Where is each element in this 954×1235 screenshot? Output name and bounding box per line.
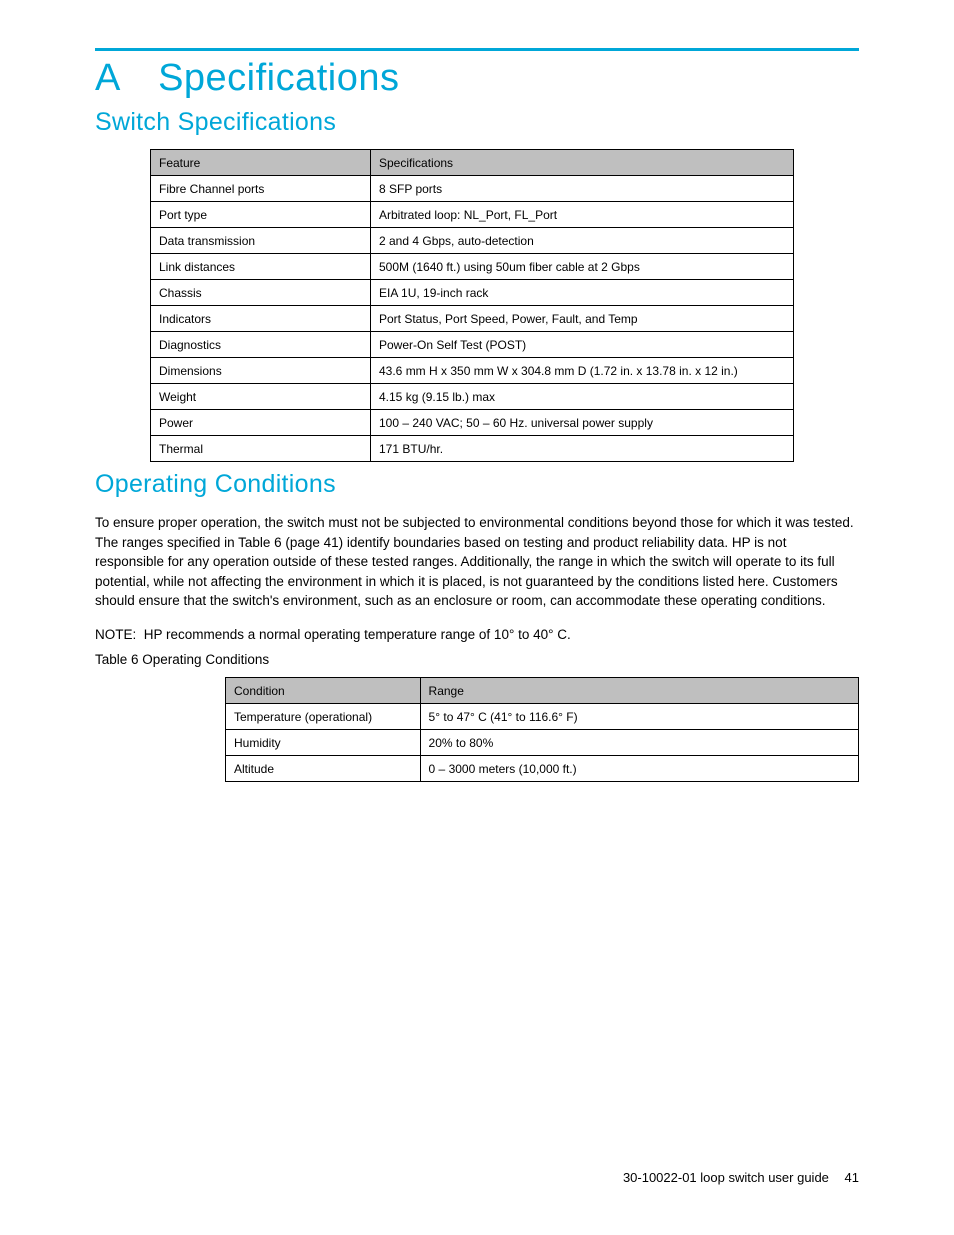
table-row: Link distances500M (1640 ft.) using 50um… xyxy=(151,254,794,280)
table-row: Dimensions43.6 mm H x 350 mm W x 304.8 m… xyxy=(151,358,794,384)
table-row: Fibre Channel ports8 SFP ports xyxy=(151,176,794,202)
table-cell: Power-On Self Test (POST) xyxy=(371,332,794,358)
appendix-heading: A Specifications xyxy=(95,57,859,100)
table-cell: Humidity xyxy=(226,730,421,756)
operating-conditions-table: Condition Range Temperature (operational… xyxy=(225,677,859,782)
footer-doc-id: 30-10022-01 loop switch user guide xyxy=(623,1170,829,1185)
table-cell: Altitude xyxy=(226,756,421,782)
table-header-row: Feature Specifications xyxy=(151,150,794,176)
switch-spec-table: Feature Specifications Fibre Channel por… xyxy=(150,149,794,462)
section2-heading: Operating Conditions xyxy=(95,470,859,499)
table-cell: Weight xyxy=(151,384,371,410)
col-header: Range xyxy=(420,678,858,704)
table-row: Temperature (operational)5° to 47° C (41… xyxy=(226,704,859,730)
table-cell: 20% to 80% xyxy=(420,730,858,756)
table-cell: Dimensions xyxy=(151,358,371,384)
table-cell: Data transmission xyxy=(151,228,371,254)
appendix-label: A xyxy=(95,57,147,100)
page-footer: 30-10022-01 loop switch user guide 41 xyxy=(623,1170,859,1185)
col-header: Condition xyxy=(226,678,421,704)
col-header: Feature xyxy=(151,150,371,176)
table-cell: Link distances xyxy=(151,254,371,280)
table-cell: 5° to 47° C (41° to 116.6° F) xyxy=(420,704,858,730)
col-header: Specifications xyxy=(371,150,794,176)
table-cell: Chassis xyxy=(151,280,371,306)
table-cell: Thermal xyxy=(151,436,371,462)
table-cell: Indicators xyxy=(151,306,371,332)
table-cell: Arbitrated loop: NL_Port, FL_Port xyxy=(371,202,794,228)
table-row: Weight4.15 kg (9.15 lb.) max xyxy=(151,384,794,410)
table-row: Port typeArbitrated loop: NL_Port, FL_Po… xyxy=(151,202,794,228)
table-cell: Diagnostics xyxy=(151,332,371,358)
table-cell: EIA 1U, 19-inch rack xyxy=(371,280,794,306)
table-cell: 500M (1640 ft.) using 50um fiber cable a… xyxy=(371,254,794,280)
table-row: Data transmission2 and 4 Gbps, auto-dete… xyxy=(151,228,794,254)
table-cell: 100 – 240 VAC; 50 – 60 Hz. universal pow… xyxy=(371,410,794,436)
table-row: ChassisEIA 1U, 19-inch rack xyxy=(151,280,794,306)
table-cell: 43.6 mm H x 350 mm W x 304.8 mm D (1.72 … xyxy=(371,358,794,384)
table6-caption: Table 6 Operating Conditions xyxy=(95,652,859,667)
table-header-row: Condition Range xyxy=(226,678,859,704)
table-cell: 0 – 3000 meters (10,000 ft.) xyxy=(420,756,858,782)
top-rule xyxy=(95,48,859,51)
table-row: Humidity20% to 80% xyxy=(226,730,859,756)
table-cell: Power xyxy=(151,410,371,436)
table-cell: Fibre Channel ports xyxy=(151,176,371,202)
table-cell: 4.15 kg (9.15 lb.) max xyxy=(371,384,794,410)
table-row: DiagnosticsPower-On Self Test (POST) xyxy=(151,332,794,358)
table-row: Power100 – 240 VAC; 50 – 60 Hz. universa… xyxy=(151,410,794,436)
operating-conditions-paragraph: To ensure proper operation, the switch m… xyxy=(95,513,859,611)
table-cell: 8 SFP ports xyxy=(371,176,794,202)
appendix-title: Specifications xyxy=(158,57,399,99)
table-cell: Port type xyxy=(151,202,371,228)
table-cell: 2 and 4 Gbps, auto-detection xyxy=(371,228,794,254)
table-row: Altitude0 – 3000 meters (10,000 ft.) xyxy=(226,756,859,782)
table-cell: 171 BTU/hr. xyxy=(371,436,794,462)
table-row: IndicatorsPort Status, Port Speed, Power… xyxy=(151,306,794,332)
footer-page-number: 41 xyxy=(845,1170,859,1185)
table-cell: Port Status, Port Speed, Power, Fault, a… xyxy=(371,306,794,332)
table-cell: Temperature (operational) xyxy=(226,704,421,730)
section1-heading: Switch Specifications xyxy=(95,108,859,137)
table-row: Thermal171 BTU/hr. xyxy=(151,436,794,462)
operating-conditions-note: NOTE: HP recommends a normal operating t… xyxy=(95,625,859,645)
